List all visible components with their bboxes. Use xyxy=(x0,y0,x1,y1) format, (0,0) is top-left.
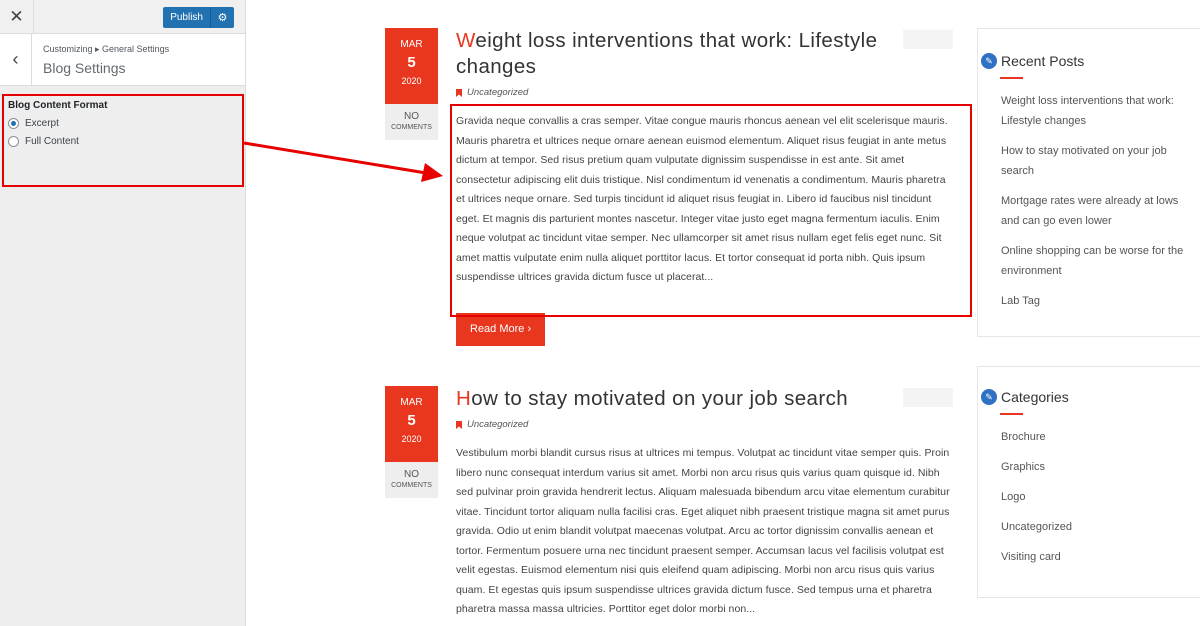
recent-post-link[interactable]: Online shopping can be worse for the env… xyxy=(1001,241,1196,281)
bookmark-icon xyxy=(456,88,462,97)
date-red: MAR 5 2020 xyxy=(385,28,438,104)
read-more-button[interactable]: Read More › xyxy=(456,312,546,346)
categories-widget: ✎ Categories Brochure Graphics Logo Unca… xyxy=(977,366,1200,598)
gear-icon[interactable]: ⚙ xyxy=(210,7,234,28)
widget-head: ✎ Recent Posts xyxy=(981,53,1084,69)
title-rest: ow to stay motivated on your job search xyxy=(471,387,849,410)
date-year: 2020 xyxy=(401,434,422,444)
date-badge: MAR 5 2020 NO COMMENTS xyxy=(385,28,438,140)
post-body: How to stay motivated on your job search… xyxy=(456,386,953,620)
title-rest: eight loss interventions that work: Life… xyxy=(456,29,878,78)
widget-head: ✎ Categories xyxy=(981,389,1069,405)
date-month: MAR xyxy=(400,39,423,50)
title-pill xyxy=(903,388,953,407)
widget-title: Categories xyxy=(1001,389,1069,405)
date-month: MAR xyxy=(400,397,423,408)
recent-post-link[interactable]: Weight loss interventions that work: Lif… xyxy=(1001,91,1196,131)
title-first-letter: H xyxy=(456,387,472,410)
title-underline xyxy=(1000,77,1023,79)
highlight-box-excerpt xyxy=(450,104,972,317)
comments-label: COMMENTS xyxy=(391,482,432,489)
date-day: 5 xyxy=(407,54,416,71)
title-first-letter: W xyxy=(456,29,476,52)
category-row: Uncategorized xyxy=(456,419,953,430)
publish-button[interactable]: Publish xyxy=(163,7,210,28)
publish-group: Publish ⚙ xyxy=(163,7,234,28)
bookmark-icon xyxy=(456,420,462,429)
pen-icon: ✎ xyxy=(981,53,997,69)
category-item[interactable]: Visiting card xyxy=(1001,547,1196,567)
page: ✕ Publish ⚙ ‹ Customizing ▸ General Sett… xyxy=(0,0,1200,626)
category-link[interactable]: Uncategorized xyxy=(467,87,528,98)
category-item[interactable]: Logo xyxy=(1001,487,1196,507)
comments-count: NO xyxy=(404,111,419,122)
post-title[interactable]: Weight loss interventions that work: Lif… xyxy=(456,28,886,80)
recent-posts-list: Weight loss interventions that work: Lif… xyxy=(1001,91,1196,321)
close-icon[interactable]: ✕ xyxy=(0,0,34,33)
recent-post-link[interactable]: Mortgage rates were already at lows and … xyxy=(1001,191,1196,231)
date-red: MAR 5 2020 xyxy=(385,386,438,462)
category-row: Uncategorized xyxy=(456,87,953,98)
comments-label: COMMENTS xyxy=(391,124,432,131)
categories-list: Brochure Graphics Logo Uncategorized Vis… xyxy=(1001,427,1196,577)
pen-icon: ✎ xyxy=(981,389,997,405)
comments-badge[interactable]: NO COMMENTS xyxy=(385,104,438,140)
comments-badge[interactable]: NO COMMENTS xyxy=(385,462,438,498)
category-item[interactable]: Uncategorized xyxy=(1001,517,1196,537)
category-item[interactable]: Brochure xyxy=(1001,427,1196,447)
section-header: ‹ Customizing ▸ General Settings Blog Se… xyxy=(0,34,245,86)
recent-posts-widget: ✎ Recent Posts Weight loss interventions… xyxy=(977,28,1200,337)
post-title[interactable]: How to stay motivated on your job search xyxy=(456,386,886,412)
date-day: 5 xyxy=(407,412,416,429)
date-badge: MAR 5 2020 NO COMMENTS xyxy=(385,386,438,498)
title-underline xyxy=(1000,413,1023,415)
highlight-box-control xyxy=(2,94,244,187)
category-link[interactable]: Uncategorized xyxy=(467,419,528,430)
customizer-topbar: ✕ Publish ⚙ xyxy=(0,0,245,34)
post-excerpt: Vestibulum morbi blandit cursus risus at… xyxy=(456,447,950,615)
category-item[interactable]: Graphics xyxy=(1001,457,1196,477)
breadcrumb: Customizing ▸ General Settings xyxy=(43,44,170,54)
title-pill xyxy=(903,30,953,49)
back-icon[interactable]: ‹ xyxy=(0,34,32,85)
widget-title: Recent Posts xyxy=(1001,53,1085,69)
comments-count: NO xyxy=(404,469,419,480)
date-year: 2020 xyxy=(401,76,422,86)
recent-post-link[interactable]: How to stay motivated on your job search xyxy=(1001,141,1196,181)
section-title: Blog Settings xyxy=(43,60,126,76)
recent-post-link[interactable]: Lab Tag xyxy=(1001,291,1196,311)
